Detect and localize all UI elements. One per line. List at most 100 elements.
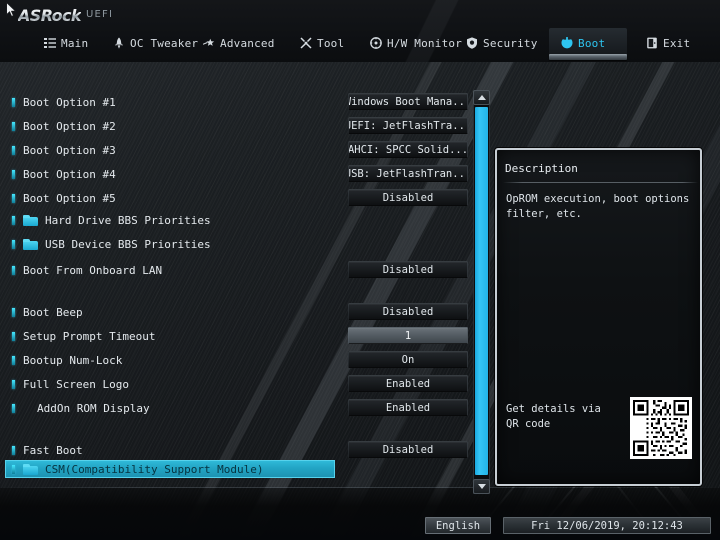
exit-door-icon xyxy=(647,37,657,49)
setting-label: Boot Option #5 xyxy=(23,191,116,205)
star-arrow-icon xyxy=(203,38,215,46)
tab-tool-label: Tool xyxy=(317,36,345,50)
datetime-display[interactable]: Fri 12/06/2019, 20:12:43 xyxy=(503,517,711,534)
setting-label: Boot Option #2 xyxy=(23,119,116,133)
bullet-icon xyxy=(12,403,15,413)
bullet-icon xyxy=(12,239,15,249)
setting-row-label[interactable]: Boot Option #3 xyxy=(0,141,116,159)
setting-value-select[interactable]: Disabled xyxy=(348,303,468,320)
folder-icon xyxy=(23,214,38,226)
tab-main[interactable]: Main xyxy=(44,30,88,56)
setting-value-select[interactable]: USB: JetFlashTran... xyxy=(348,165,468,182)
setting-label: Full Screen Logo xyxy=(23,377,129,391)
setting-value: Disabled xyxy=(382,443,434,456)
setting-row-label[interactable]: Hard Drive BBS Priorities xyxy=(0,211,211,229)
bullet-icon xyxy=(12,445,15,455)
setting-label: Bootup Num-Lock xyxy=(23,353,123,367)
tab-advanced-label: Advanced xyxy=(220,36,275,50)
setting-label: Boot Option #4 xyxy=(23,167,116,181)
setting-row-label[interactable]: Setup Prompt Timeout xyxy=(0,327,155,345)
setting-label: Boot Option #3 xyxy=(23,143,116,157)
scroll-up-button[interactable] xyxy=(473,90,490,105)
description-panel: Description OpROM execution, boot option… xyxy=(495,148,702,486)
setting-row-label[interactable]: Fast Boot xyxy=(0,441,83,459)
tab-security-label: Security xyxy=(483,36,538,50)
setting-row-label[interactable]: Boot Option #5 xyxy=(0,189,116,207)
bullet-icon xyxy=(12,464,15,474)
tab-security[interactable]: Security xyxy=(466,30,538,56)
gauge-icon xyxy=(370,37,382,49)
setting-label: Setup Prompt Timeout xyxy=(23,329,156,343)
setting-label: Boot From Onboard LAN xyxy=(23,263,163,277)
setting-value: Disabled xyxy=(382,305,434,318)
language-label: English xyxy=(435,519,481,532)
tab-tool[interactable]: Tool xyxy=(300,30,344,56)
setting-row-label[interactable]: Boot Option #4 xyxy=(0,165,116,183)
setting-value: USB: JetFlashTran... xyxy=(348,167,468,180)
setting-row-label-selected[interactable]: CSM(Compatibility Support Module) xyxy=(0,460,264,478)
setting-row-label[interactable]: Bootup Num-Lock xyxy=(0,351,122,369)
tab-hw-monitor[interactable]: H/W Monitor xyxy=(370,30,462,56)
setting-value-select[interactable]: Disabled xyxy=(348,261,468,278)
setting-row-label[interactable]: Boot Option #1 xyxy=(0,93,116,111)
setting-label: USB Device BBS Priorities xyxy=(45,237,211,251)
setting-value-select[interactable]: Enabled xyxy=(348,375,468,392)
setting-value-select[interactable]: Disabled xyxy=(348,189,468,206)
setting-value-select[interactable]: UEFI: JetFlashTra... xyxy=(348,117,468,134)
setting-value: UEFI: JetFlashTra... xyxy=(348,119,468,132)
footer-shelf-edge xyxy=(0,487,720,488)
setting-value-select[interactable]: On xyxy=(348,351,468,368)
tab-oc-tweaker-label: OC Tweaker xyxy=(130,36,199,50)
setting-value-field[interactable]: 1 xyxy=(348,327,468,344)
setting-label: CSM(Compatibility Support Module) xyxy=(45,462,264,476)
language-button[interactable]: English xyxy=(425,517,491,534)
setting-value: Disabled xyxy=(382,263,434,276)
tab-exit[interactable]: Exit xyxy=(646,30,690,56)
setting-value-select[interactable]: Windows Boot Mana... xyxy=(348,93,468,110)
bullet-icon xyxy=(12,265,15,275)
setting-row-label[interactable]: Full Screen Logo xyxy=(0,375,129,393)
setting-value-select[interactable]: Disabled xyxy=(348,441,468,458)
list-icon xyxy=(44,38,56,48)
tab-main-label: Main xyxy=(61,36,89,50)
setting-value-select[interactable]: AHCI: SPCC Solid... xyxy=(348,141,468,158)
bullet-icon xyxy=(12,355,15,365)
settings-scrollbar[interactable] xyxy=(473,90,490,494)
tab-boot-underline xyxy=(549,54,627,60)
brand-suffix: UEFI xyxy=(85,9,114,20)
brand-name: ASRock xyxy=(18,5,82,25)
setting-label: Boot Beep xyxy=(23,305,83,319)
tools-icon xyxy=(300,37,312,49)
description-title: Description xyxy=(505,162,578,175)
scrollbar-thumb[interactable] xyxy=(475,107,488,475)
rocket-icon xyxy=(115,37,123,49)
setting-value: AHCI: SPCC Solid... xyxy=(348,143,468,156)
bullet-icon xyxy=(12,169,15,179)
tab-boot[interactable]: Boot xyxy=(561,30,605,56)
setting-label: Fast Boot xyxy=(23,443,83,457)
tab-advanced[interactable]: Advanced xyxy=(203,30,275,56)
setting-row-label[interactable]: AddOn ROM Display xyxy=(0,399,150,417)
setting-value: Windows Boot Mana... xyxy=(348,95,468,108)
bullet-icon xyxy=(12,331,15,341)
bullet-icon xyxy=(12,97,15,107)
setting-value-select[interactable]: Enabled xyxy=(348,399,468,416)
tab-boot-label: Boot xyxy=(578,36,606,50)
tab-oc-tweaker[interactable]: OC Tweaker xyxy=(113,30,198,56)
datetime-label: Fri 12/06/2019, 20:12:43 xyxy=(531,519,683,532)
setting-row-label[interactable]: USB Device BBS Priorities xyxy=(0,235,211,253)
description-body: OpROM execution, boot options filter, et… xyxy=(506,193,690,220)
tab-hw-monitor-label: H/W Monitor xyxy=(387,36,463,50)
setting-row-label[interactable]: Boot Option #2 xyxy=(0,117,116,135)
qr-code xyxy=(630,397,692,459)
bullet-icon xyxy=(12,193,15,203)
mouse-cursor xyxy=(6,2,17,17)
menu-bar: Main OC Tweaker Advanced Tool H/W Monito… xyxy=(0,28,720,62)
setting-value: 1 xyxy=(404,329,412,342)
setting-row-label[interactable]: Boot Beep xyxy=(0,303,83,321)
shield-icon xyxy=(467,37,477,49)
setting-value: Enabled xyxy=(385,377,431,390)
scroll-down-button[interactable] xyxy=(473,479,490,494)
setting-row-label[interactable]: Boot From Onboard LAN xyxy=(0,261,162,279)
tab-exit-label: Exit xyxy=(663,36,691,50)
